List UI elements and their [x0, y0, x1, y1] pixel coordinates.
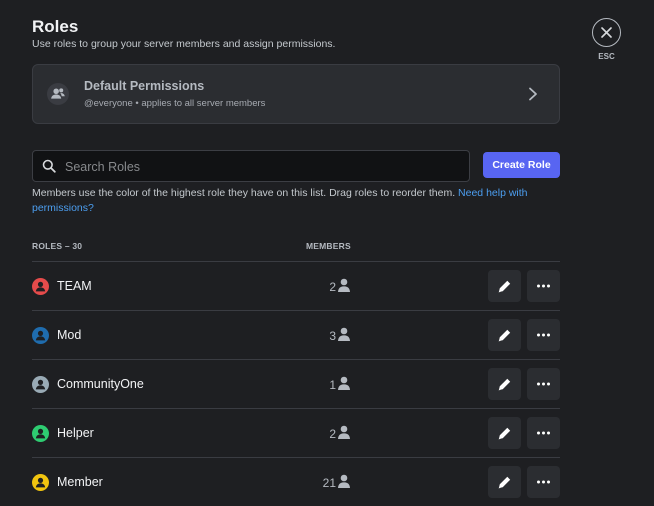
- role-row[interactable]: TEAM 2: [32, 261, 560, 310]
- role-name: Mod: [57, 328, 82, 342]
- person-icon: [338, 474, 350, 488]
- more-options-button[interactable]: [527, 270, 560, 302]
- edit-role-button[interactable]: [488, 466, 521, 498]
- people-icon: [47, 83, 69, 105]
- person-icon: [338, 425, 350, 439]
- esc-label: ESC: [598, 52, 615, 61]
- more-options-button[interactable]: [527, 319, 560, 351]
- ellipsis-icon: [537, 431, 550, 435]
- roles-list: TEAM 2 Mod 3 CommunityOne 1 Helper 2 Mem…: [32, 261, 560, 506]
- create-role-button[interactable]: Create Role: [483, 152, 560, 178]
- pencil-icon: [498, 378, 511, 391]
- roles-column-header: ROLES – 30: [32, 241, 83, 251]
- role-shield-icon: [32, 278, 49, 295]
- ellipsis-icon: [537, 284, 550, 288]
- pencil-icon: [498, 427, 511, 440]
- role-name: Helper: [57, 426, 94, 440]
- page-subtitle: Use roles to group your server members a…: [32, 38, 336, 50]
- member-count: 3: [329, 329, 336, 343]
- edit-role-button[interactable]: [488, 417, 521, 449]
- search-icon: [42, 159, 56, 173]
- role-shield-icon: [32, 474, 49, 491]
- role-shield-icon: [32, 376, 49, 393]
- chevron-right-icon: [529, 87, 537, 101]
- role-name: TEAM: [57, 279, 92, 293]
- default-permissions-card[interactable]: Default Permissions @everyone • applies …: [32, 64, 560, 124]
- default-permissions-description: @everyone • applies to all server member…: [84, 98, 266, 109]
- default-permissions-title: Default Permissions: [84, 79, 205, 93]
- more-options-button[interactable]: [527, 466, 560, 498]
- role-row[interactable]: Member 21: [32, 457, 560, 506]
- close-icon: [601, 27, 612, 38]
- person-icon: [338, 278, 350, 292]
- person-icon: [338, 327, 350, 341]
- search-roles-input[interactable]: [63, 156, 457, 178]
- ellipsis-icon: [537, 480, 550, 484]
- role-help-text: Members use the color of the highest rol…: [32, 186, 558, 216]
- role-shield-icon: [32, 327, 49, 344]
- pencil-icon: [498, 476, 511, 489]
- member-count: 1: [329, 378, 336, 392]
- page-title: Roles: [32, 17, 79, 36]
- help-text: Members use the color of the highest rol…: [32, 187, 459, 199]
- role-row[interactable]: CommunityOne 1: [32, 359, 560, 408]
- edit-role-button[interactable]: [488, 319, 521, 351]
- edit-role-button[interactable]: [488, 270, 521, 302]
- ellipsis-icon: [537, 382, 550, 386]
- close-settings[interactable]: ESC: [592, 18, 621, 61]
- close-button[interactable]: [592, 18, 621, 47]
- role-name: Member: [57, 475, 103, 489]
- more-options-button[interactable]: [527, 368, 560, 400]
- role-row[interactable]: Helper 2: [32, 408, 560, 457]
- edit-role-button[interactable]: [488, 368, 521, 400]
- member-count: 2: [329, 427, 336, 441]
- role-shield-icon: [32, 425, 49, 442]
- members-column-header: MEMBERS: [306, 241, 351, 251]
- role-name: CommunityOne: [57, 377, 144, 391]
- more-options-button[interactable]: [527, 417, 560, 449]
- pencil-icon: [498, 329, 511, 342]
- member-count: 21: [322, 476, 336, 490]
- search-roles-field[interactable]: [32, 150, 470, 182]
- ellipsis-icon: [537, 333, 550, 337]
- member-count: 2: [329, 280, 336, 294]
- role-row[interactable]: Mod 3: [32, 310, 560, 359]
- person-icon: [338, 376, 350, 390]
- pencil-icon: [498, 280, 511, 293]
